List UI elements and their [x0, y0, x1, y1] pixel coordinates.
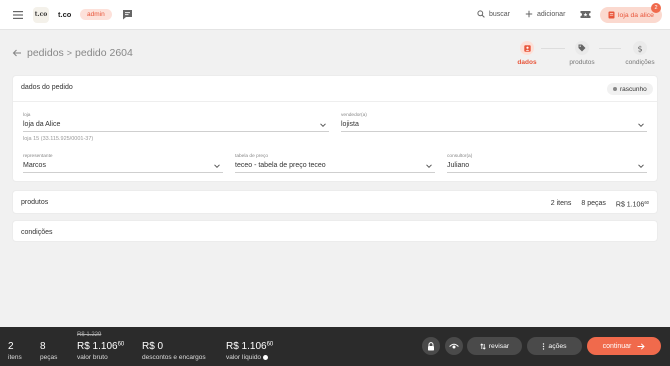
top-bar: t.co t.co admin buscar adicionar loja da… — [0, 0, 670, 30]
search-label: buscar — [489, 10, 511, 18]
add-button[interactable]: adicionar — [525, 10, 565, 18]
actions-button[interactable]: ações — [527, 337, 582, 355]
price-table-field-value: teceo - tabela de preço teceo — [235, 162, 435, 173]
products-title: produtos — [21, 199, 49, 206]
role-badge: admin — [80, 9, 112, 20]
products-items-count: 2 itens — [550, 200, 572, 207]
divider — [13, 101, 657, 102]
conditions-card[interactable]: condições — [12, 220, 658, 242]
search-icon — [477, 10, 485, 18]
step-label: dados — [517, 59, 537, 66]
breadcrumb: pedidos > pedido 2604 — [27, 47, 133, 59]
breadcrumb-parent[interactable]: pedidos — [27, 47, 64, 59]
store-icon — [608, 11, 615, 19]
price-table-select[interactable]: tabela de preço teceo - tabela de preço … — [235, 154, 435, 173]
step-dados[interactable]: dados — [505, 41, 549, 66]
gross-original-value: R$ 1.229 — [77, 332, 102, 338]
chevron-down-icon — [320, 123, 326, 128]
seller-field-label: vendedor(a) — [341, 113, 367, 118]
continue-button[interactable]: continuar — [587, 337, 661, 355]
lock-icon — [428, 341, 434, 350]
seller-select[interactable]: vendedor(a) lojista — [341, 113, 647, 132]
svg-text:$: $ — [637, 44, 642, 53]
store-field-label: loja — [23, 113, 31, 118]
items-stat: 2 itens — [8, 341, 22, 361]
chevron-down-icon — [638, 164, 644, 169]
order-data-title: dados do pedido — [21, 84, 73, 91]
order-data-card: dados do pedido rascunho loja loja da Al… — [12, 75, 658, 182]
lock-button[interactable] — [422, 337, 440, 355]
chat-icon[interactable] — [121, 8, 134, 21]
breadcrumb-separator: > — [66, 48, 73, 58]
hamburger-menu-icon[interactable] — [12, 9, 24, 21]
representative-field-label: representante — [23, 154, 53, 159]
store-hint: loja 15 (33.115.925/0001-37) — [23, 136, 94, 142]
search-button[interactable]: buscar — [477, 10, 510, 18]
step-dados-circle — [520, 41, 534, 55]
status-label: rascunho — [620, 85, 647, 93]
products-card[interactable]: produtos 2 itens 8 peças R$ 1.10660 — [12, 190, 658, 214]
more-vertical-icon — [543, 342, 545, 350]
chevron-down-icon — [214, 164, 220, 169]
visibility-button[interactable] — [445, 337, 463, 355]
step-condicoes-circle: $ — [633, 41, 647, 55]
store-select[interactable]: loja loja da Alice — [23, 113, 329, 132]
discounts-stat: R$ 0 descontos e encargos — [142, 341, 206, 361]
consultant-select[interactable]: consultor(a) Juliano — [447, 154, 647, 173]
back-arrow-icon[interactable] — [12, 48, 22, 58]
bottom-summary-bar: 2 itens 8 peças R$ 1.229 R$ 1.10660 valo… — [0, 327, 670, 366]
status-dot-icon — [613, 87, 617, 91]
ticket-icon[interactable] — [580, 10, 591, 19]
consultant-field-label: consultor(a) — [447, 154, 473, 159]
products-pieces-count: 8 peças — [581, 200, 606, 207]
seller-field-value: lojista — [341, 121, 647, 132]
consultant-field-value: Juliano — [447, 162, 647, 173]
gross-stat: R$ 1.10660 valor bruto — [77, 341, 125, 361]
person-card-icon — [523, 44, 531, 52]
store-label: loja da alice — [618, 11, 654, 19]
dollar-icon: $ — [637, 44, 642, 53]
add-label: adicionar — [537, 10, 566, 18]
representative-field-value: Marcos — [23, 162, 223, 173]
step-progress: dados produtos $ condições — [505, 41, 665, 69]
pieces-stat: 8 peças — [40, 341, 58, 361]
sort-arrows-icon — [480, 342, 486, 350]
step-label: condições — [625, 59, 655, 66]
chevron-down-icon — [426, 164, 432, 169]
arrow-right-icon — [637, 342, 646, 350]
conditions-title: condições — [21, 229, 53, 236]
notification-badge: 2 — [651, 3, 661, 13]
chevron-down-icon — [638, 123, 644, 128]
products-total: R$ 1.10660 — [615, 200, 649, 209]
step-produtos[interactable]: produtos — [560, 41, 604, 66]
representative-select[interactable]: representante Marcos — [23, 154, 223, 173]
info-icon[interactable] — [263, 354, 269, 360]
step-label: produtos — [569, 59, 595, 66]
store-field-value: loja da Alice — [23, 121, 329, 132]
brand-name: t.co — [58, 10, 72, 19]
price-table-field-label: tabela de preço — [235, 154, 269, 159]
review-button[interactable]: revisar — [467, 337, 522, 355]
page-title: pedido 2604 — [75, 47, 133, 59]
step-produtos-circle — [575, 41, 589, 55]
status-badge: rascunho — [607, 83, 653, 95]
step-condicoes[interactable]: $ condições — [618, 41, 662, 66]
net-stat: R$ 1.10660 valor líquido — [226, 341, 274, 361]
eye-icon — [449, 343, 459, 348]
products-summary: 2 itens 8 peças R$ 1.10660 — [551, 200, 649, 209]
plus-icon — [525, 10, 533, 18]
app-logo[interactable]: t.co — [33, 7, 49, 23]
tag-icon — [578, 44, 586, 52]
